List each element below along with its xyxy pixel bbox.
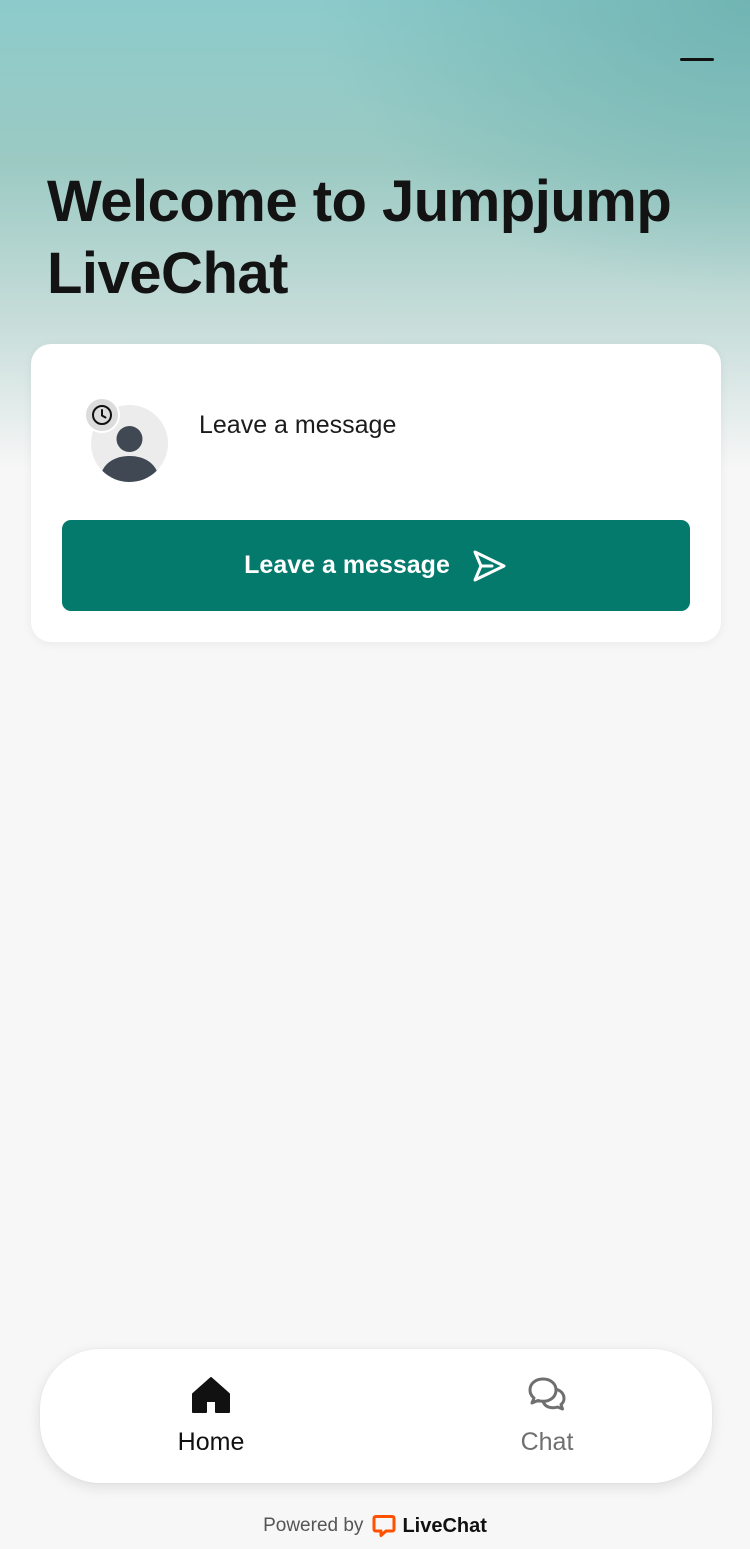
bottom-tab-bar: Home Chat	[40, 1349, 712, 1483]
home-icon	[192, 1377, 230, 1413]
leave-message-card: Leave a message Leave a message	[31, 344, 721, 642]
livechat-brand-link[interactable]: LiveChat	[372, 1514, 487, 1538]
leave-message-button-label: Leave a message	[244, 551, 450, 579]
leave-message-button[interactable]: Leave a message	[62, 520, 690, 611]
minimize-button[interactable]	[672, 44, 722, 74]
clock-icon	[84, 397, 120, 433]
tab-home[interactable]: Home	[111, 1349, 311, 1483]
card-label: Leave a message	[199, 411, 397, 439]
send-icon	[473, 550, 506, 581]
page-title: Welcome to Jumpjump LiveChat	[47, 169, 672, 306]
powered-by-footer: Powered by LiveChat	[0, 1512, 750, 1540]
tab-chat[interactable]: Chat	[447, 1349, 647, 1483]
minimize-icon	[680, 58, 714, 61]
tab-home-label: Home	[177, 1428, 245, 1456]
powered-by-label: Powered by	[263, 1515, 364, 1536]
chat-bubbles-icon	[528, 1377, 566, 1411]
livechat-brand-name: LiveChat	[402, 1514, 487, 1537]
tab-chat-label: Chat	[520, 1428, 574, 1456]
livechat-logo-icon	[372, 1515, 396, 1537]
